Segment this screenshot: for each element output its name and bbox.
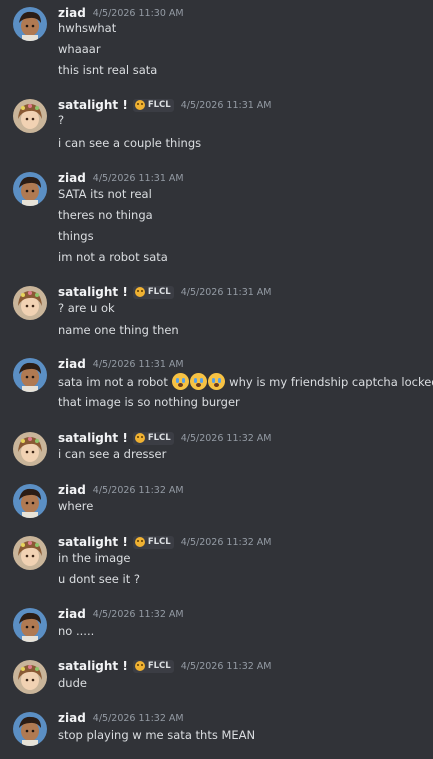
smiley-badge-icon — [134, 287, 145, 297]
avatar[interactable] — [13, 536, 47, 570]
username[interactable]: satalight ! — [58, 431, 128, 445]
message-text: in the image — [58, 551, 131, 565]
timestamp: 4/5/2026 11:32 AM — [180, 432, 272, 444]
message-header: ziad 4/5/2026 11:31 AM — [58, 355, 184, 373]
avatar[interactable] — [13, 660, 47, 694]
message-header: ziad 4/5/2026 11:32 AM — [58, 709, 184, 727]
smiley-badge-icon — [134, 537, 145, 547]
message-text: no ..... — [58, 624, 95, 638]
message-header: satalight ! FLCL 4/5/2026 11:32 AM — [58, 429, 272, 447]
avatar[interactable] — [13, 484, 47, 518]
message-header: ziad 4/5/2026 11:32 AM — [58, 605, 184, 623]
username[interactable]: satalight ! — [58, 98, 128, 112]
guild-tag[interactable]: FLCL — [132, 659, 174, 673]
timestamp: 4/5/2026 11:31 AM — [92, 358, 184, 370]
message-text: name one thing then — [58, 323, 179, 337]
username[interactable]: ziad — [58, 711, 86, 725]
message-text: dude — [58, 676, 87, 690]
message-text: this isnt real sata — [58, 63, 158, 77]
sob-emoji-icon[interactable] — [171, 373, 189, 390]
avatar[interactable] — [13, 432, 47, 466]
guild-tag[interactable]: FLCL — [132, 285, 174, 299]
avatar-brown-hair-flowers-icon — [13, 536, 47, 570]
avatar-brown-hair-flowers-icon — [13, 432, 47, 466]
username[interactable]: ziad — [58, 6, 86, 20]
avatar[interactable] — [13, 608, 47, 642]
username[interactable]: ziad — [58, 171, 86, 185]
sob-emoji-icon[interactable] — [207, 373, 225, 390]
message-text: where — [58, 499, 94, 513]
username[interactable]: satalight ! — [58, 659, 128, 673]
avatar[interactable] — [13, 7, 47, 41]
message-header: satalight ! FLCL 4/5/2026 11:32 AM — [58, 657, 272, 675]
guild-tag-label: FLCL — [147, 537, 171, 547]
timestamp: 4/5/2026 11:31 AM — [92, 172, 184, 184]
avatar-dark-hair-icon — [13, 358, 47, 392]
message-header: ziad 4/5/2026 11:31 AM — [58, 169, 184, 187]
avatar[interactable] — [13, 358, 47, 392]
avatar-dark-hair-icon — [13, 712, 47, 746]
guild-tag-label: FLCL — [147, 661, 171, 671]
message-header: satalight ! FLCL 4/5/2026 11:31 AM — [58, 283, 272, 301]
smiley-badge-icon — [134, 433, 145, 443]
avatar[interactable] — [13, 286, 47, 320]
message-text-part: why is my friendship captcha locked — [229, 375, 433, 389]
message-header: ziad 4/5/2026 11:32 AM — [58, 481, 184, 499]
message-text: u dont see it ? — [58, 572, 140, 586]
message-text: whaaar — [58, 42, 101, 56]
message-text: ? — [58, 113, 65, 127]
username[interactable]: ziad — [58, 607, 86, 621]
message-text: things — [58, 229, 94, 243]
timestamp: 4/5/2026 11:32 AM — [92, 608, 184, 620]
avatar[interactable] — [13, 172, 47, 206]
message-text: theres no thinga — [58, 208, 153, 222]
username[interactable]: satalight ! — [58, 535, 128, 549]
message-text: SATA its not real — [58, 187, 152, 201]
guild-tag-label: FLCL — [147, 287, 171, 297]
message-text: i can see a couple things — [58, 136, 202, 150]
message-text: sata im not a robot why is my friendship… — [58, 373, 433, 390]
guild-tag-label: FLCL — [147, 433, 171, 443]
avatar-brown-hair-flowers-icon — [13, 660, 47, 694]
message-text: im not a robot sata — [58, 250, 168, 264]
message-text: i can see a dresser — [58, 447, 167, 461]
username[interactable]: ziad — [58, 483, 86, 497]
timestamp: 4/5/2026 11:31 AM — [180, 286, 272, 298]
timestamp: 4/5/2026 11:32 AM — [92, 484, 184, 496]
timestamp: 4/5/2026 11:32 AM — [180, 536, 272, 548]
guild-tag[interactable]: FLCL — [132, 431, 174, 445]
message-header: satalight ! FLCL 4/5/2026 11:32 AM — [58, 533, 272, 551]
avatar-dark-hair-icon — [13, 608, 47, 642]
message-text: stop playing w me sata thts MEAN — [58, 728, 256, 742]
avatar-brown-hair-flowers-icon — [13, 99, 47, 133]
timestamp: 4/5/2026 11:32 AM — [180, 660, 272, 672]
username[interactable]: ziad — [58, 357, 86, 371]
timestamp: 4/5/2026 11:32 AM — [92, 712, 184, 724]
message-text: that image is so nothing burger — [58, 395, 240, 409]
avatar[interactable] — [13, 712, 47, 746]
message-text-part: sata im not a robot — [58, 375, 168, 389]
timestamp: 4/5/2026 11:31 AM — [180, 99, 272, 111]
avatar[interactable] — [13, 99, 47, 133]
avatar-dark-hair-icon — [13, 172, 47, 206]
username[interactable]: satalight ! — [58, 285, 128, 299]
smiley-badge-icon — [134, 661, 145, 671]
sob-emoji-icon[interactable] — [189, 373, 207, 390]
guild-tag-label: FLCL — [147, 100, 171, 110]
smiley-badge-icon — [134, 100, 145, 110]
avatar-dark-hair-icon — [13, 7, 47, 41]
guild-tag[interactable]: FLCL — [132, 535, 174, 549]
message-text: ? are u ok — [58, 301, 115, 315]
guild-tag[interactable]: FLCL — [132, 98, 174, 112]
timestamp: 4/5/2026 11:30 AM — [92, 7, 184, 19]
avatar-brown-hair-flowers-icon — [13, 286, 47, 320]
message-header: satalight ! FLCL 4/5/2026 11:31 AM — [58, 96, 272, 114]
avatar-dark-hair-icon — [13, 484, 47, 518]
message-text: hwhswhat — [58, 21, 117, 35]
